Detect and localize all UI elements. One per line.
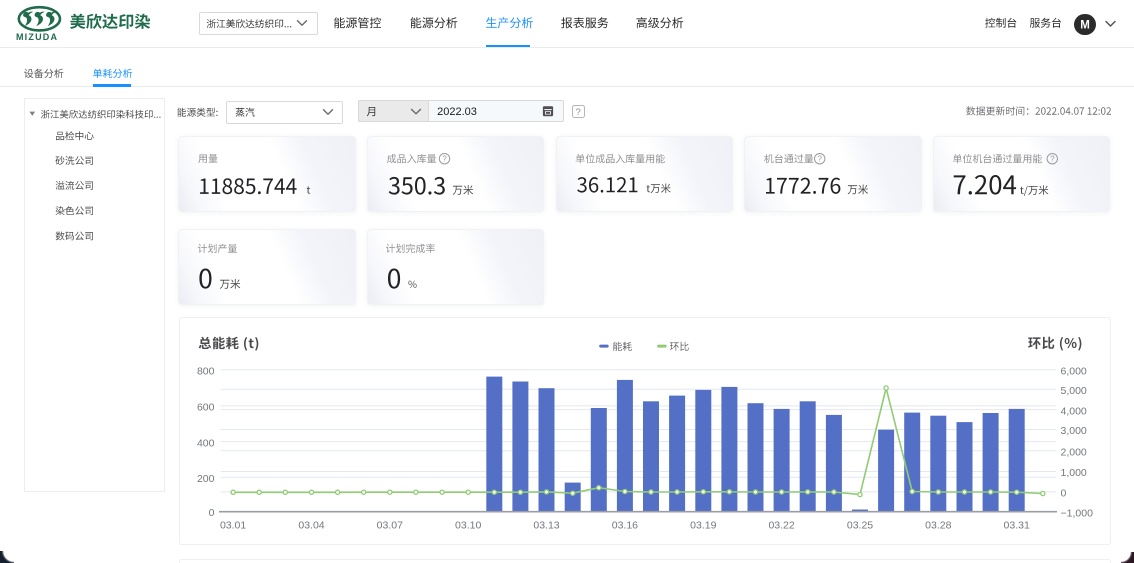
svg-text:MIZUDA: MIZUDA — [16, 32, 58, 42]
